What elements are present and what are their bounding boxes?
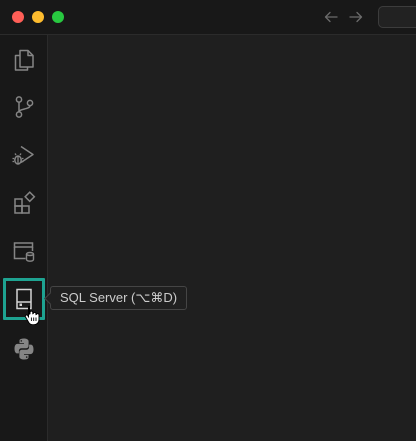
activity-item-extensions[interactable] xyxy=(0,179,48,227)
command-center-search[interactable] xyxy=(378,6,416,28)
pointer-hand-icon xyxy=(23,305,41,326)
vscode-window: SQL Server (⌥⌘D) xyxy=(0,0,416,441)
activity-item-source-control[interactable] xyxy=(0,83,48,131)
tooltip-text: SQL Server (⌥⌘D) xyxy=(60,290,178,305)
activity-item-database[interactable] xyxy=(0,227,48,275)
source-control-icon xyxy=(15,96,34,118)
files-icon xyxy=(14,49,34,71)
tooltip-sql-server: SQL Server (⌥⌘D) xyxy=(50,286,188,310)
maximize-window-button[interactable] xyxy=(52,11,64,23)
debug-alt-icon xyxy=(12,145,34,165)
arrow-left-icon[interactable] xyxy=(322,8,340,26)
database-icon xyxy=(13,242,35,262)
activity-item-python[interactable] xyxy=(0,325,48,373)
extensions-icon xyxy=(14,191,36,214)
activity-bar xyxy=(0,35,48,441)
editor-area[interactable] xyxy=(48,35,416,441)
title-bar xyxy=(0,0,416,35)
python-icon xyxy=(14,338,34,360)
arrow-right-icon[interactable] xyxy=(347,8,365,26)
close-window-button[interactable] xyxy=(12,11,24,23)
minimize-window-button[interactable] xyxy=(32,11,44,23)
activity-item-run-and-debug[interactable] xyxy=(0,131,48,179)
activity-item-explorer[interactable] xyxy=(0,36,48,84)
